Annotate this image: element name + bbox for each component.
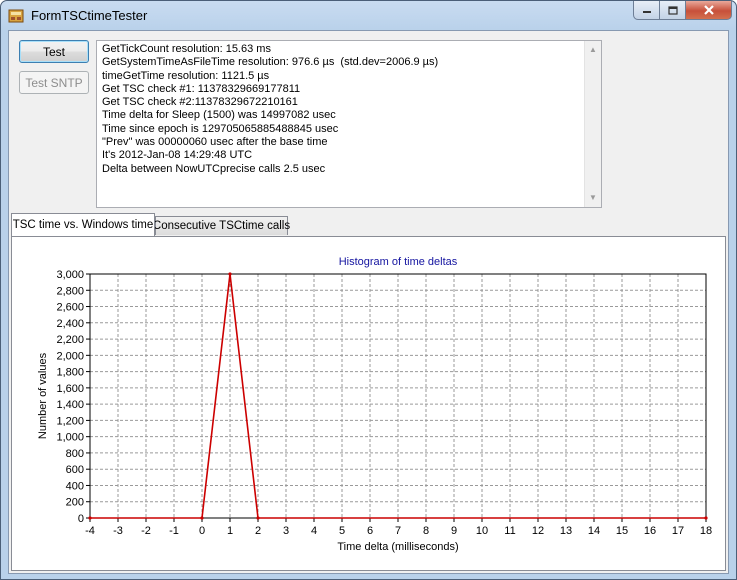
x-tick-label: 8 [423,525,429,537]
y-tick-label: 2,400 [56,318,84,330]
test-sntp-button[interactable]: Test SNTP [19,71,89,94]
y-tick-label: 400 [66,480,84,492]
x-tick-label: 10 [476,525,488,537]
x-tick-label: 16 [644,525,656,537]
output-log[interactable]: GetTickCount resolution: 15.63 ms GetSyst… [96,40,602,208]
log-line: Get TSC check #2:11378329672210161 [102,96,298,109]
y-tick-label: 2,000 [56,350,84,362]
title-bar[interactable]: FormTSCtimeTester [1,1,736,31]
log-line: Time since epoch is 129705065885488845 u… [102,122,339,135]
tab-panel: Histogram of time deltas -4 -3 -2 -1 0 1 2 3 4 5 6 7… [11,236,726,571]
data-point [228,272,232,276]
y-tick-label: 1,400 [56,399,84,411]
minimize-button[interactable] [633,1,660,20]
minimize-icon [642,11,651,13]
log-lines: GetTickCount resolution: 15.63 ms GetSyst… [102,43,438,176]
y-tick-label: 2,800 [56,285,84,297]
log-line: Get TSC check #1: 11378329669177811 [102,82,301,95]
x-tick-label: 6 [367,525,373,537]
x-tick-label: 4 [311,525,317,537]
x-tick-label: 11 [504,525,515,537]
data-point [256,516,260,520]
x-tick-label: 12 [532,525,544,537]
y-tick-label: 2,600 [56,302,84,314]
tab-tsc-vs-windows[interactable]: TSC time vs. Windows time [11,213,155,236]
y-tick-label: 0 [78,513,84,525]
x-tick-label: 5 [339,525,345,537]
y-tick-label: 800 [66,448,84,460]
chart-title: Histogram of time deltas [339,256,458,268]
scroll-down-icon[interactable]: ▼ [589,194,597,202]
log-line: "Prev" was 00000060 usec after the base … [102,136,328,149]
x-tick-label: 13 [560,525,572,537]
log-line: Delta between NowUTCprecise calls 2.5 us… [102,162,326,175]
y-tick-label: 2,200 [56,334,84,346]
window-title: FormTSCtimeTester [31,8,148,23]
close-icon [703,4,714,15]
x-tick-label: -4 [85,525,95,537]
data-point [88,516,92,520]
x-axis-label: Time delta (milliseconds) [337,541,458,553]
y-tick-label: 1,800 [56,367,84,379]
test-button[interactable]: Test [19,40,89,63]
client-area: Test Test SNTP GetTickCount resolution: … [8,30,729,574]
x-tick-label: -2 [141,525,151,537]
y-tick-label: 1,600 [56,383,84,395]
y-tick-label: 200 [66,497,84,509]
data-point [200,516,204,520]
caption-buttons [633,1,732,21]
y-tick-label: 600 [66,464,84,476]
x-tick-label: 1 [227,525,233,537]
scroll-up-icon[interactable]: ▲ [589,46,597,54]
x-tick-label: -3 [113,525,123,537]
data-point [704,516,708,520]
x-tick-label: 3 [283,525,289,537]
log-line: Time delta for Sleep (1500) was 14997082… [102,109,336,122]
x-tick-label: 18 [700,525,712,537]
y-tick-label: 1,200 [56,415,84,427]
x-tick-label: 0 [199,525,205,537]
x-tick-label: 2 [255,525,261,537]
tab-consecutive-calls[interactable]: Consecutive TSCtime calls [153,216,290,235]
close-button[interactable] [686,1,732,20]
x-tick-label: 9 [451,525,457,537]
histogram-chart: Histogram of time deltas-4 -3 -2 -1 0 1 2 3 4 5 6 7… [37,256,712,553]
x-tick-label: -1 [169,525,179,537]
log-line: GetTickCount resolution: 15.63 ms [102,43,271,55]
log-line: timeGetTime resolution: 1121.5 µs [102,69,270,82]
x-tick-label: 17 [672,525,684,537]
y-tick-label: 1,000 [56,432,84,444]
x-tick-label: 14 [588,525,600,537]
log-line: GetSystemTimeAsFileTime resolution: 976.… [102,56,439,69]
y-axis-label: Number of values [37,352,49,439]
maximize-icon [667,5,678,15]
app-icon [8,9,24,23]
y-tick-label: 3,000 [56,269,84,281]
maximize-button[interactable] [660,1,686,20]
x-tick-label: 7 [395,525,401,537]
log-line: It's 2012-Jan-08 14:29:48 UTC [102,149,253,162]
log-scrollbar[interactable]: ▲ ▼ [584,41,601,207]
app-window: FormTSCtimeTester Test Test SNTP GetTick… [0,0,737,580]
x-tick-label: 15 [616,525,628,537]
